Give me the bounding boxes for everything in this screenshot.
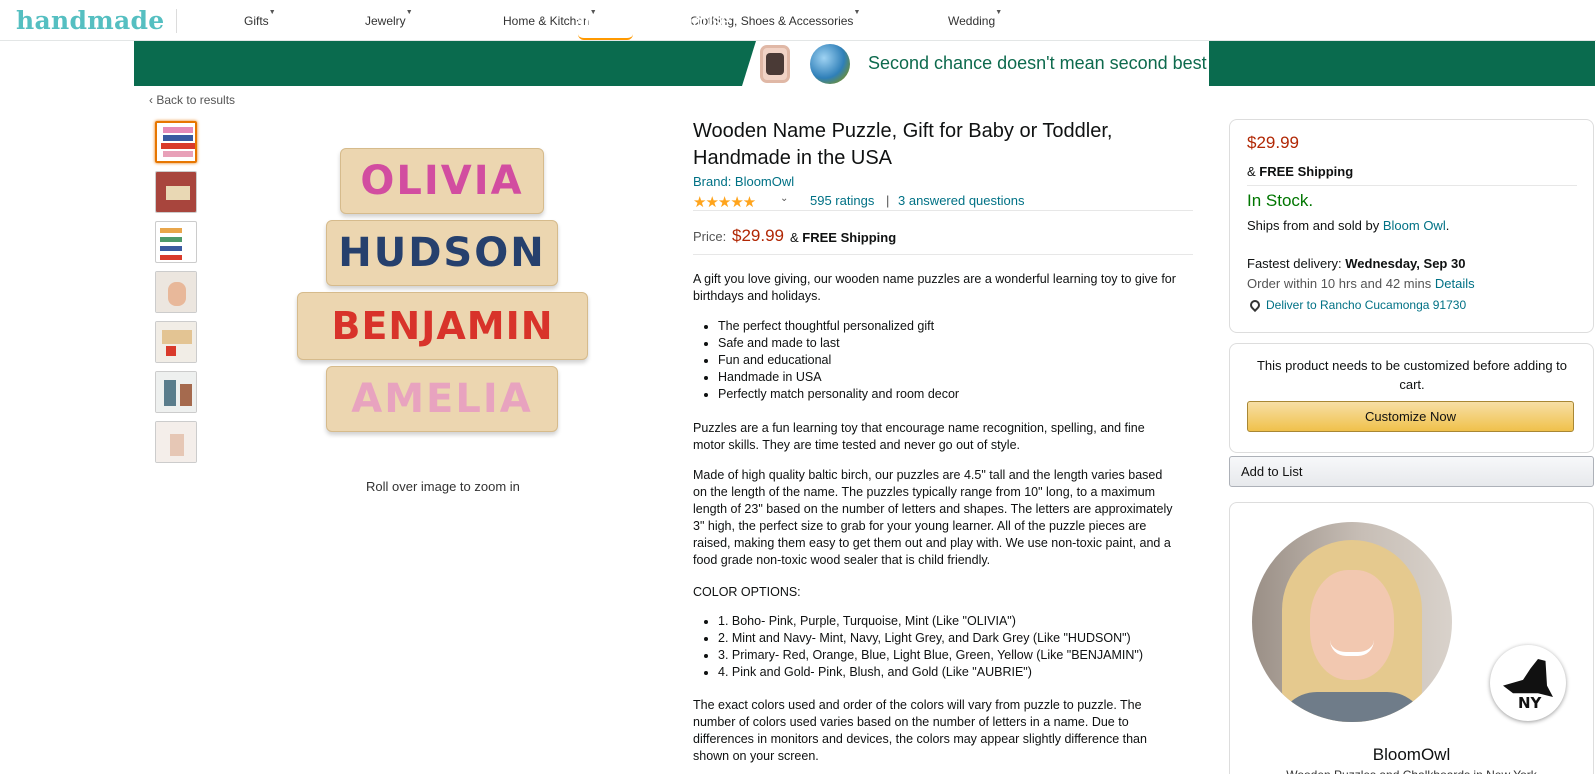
- list-item: The perfect thoughtful personalized gift: [718, 318, 1178, 335]
- add-to-list-button[interactable]: Add to List: [1229, 456, 1594, 487]
- stock-status: In Stock.: [1247, 191, 1314, 210]
- globe-image: [810, 44, 850, 84]
- thumbnail-2[interactable]: [155, 171, 197, 213]
- list-item: 4. Pink and Gold- Pink, Blush, and Gold …: [718, 664, 1198, 681]
- thumbnail-6[interactable]: [155, 371, 197, 413]
- divider: [693, 210, 1193, 211]
- state-label: NY: [1518, 694, 1542, 712]
- fastest-delivery: Fastest delivery: Wednesday, Sep 30: [1247, 256, 1466, 271]
- chevron-down-icon: ▼: [268, 9, 276, 16]
- seller-info: Ships from and sold by Bloom Owl.: [1247, 218, 1450, 233]
- back-link-label: Back to results: [156, 93, 236, 107]
- description-para-2: Puzzles are a fun learning toy that enco…: [693, 421, 1145, 452]
- puzzle-plank-hudson: HUDSON: [326, 220, 558, 286]
- thumbnail-5[interactable]: [155, 321, 197, 363]
- puzzle-name: BENJAMIN: [331, 304, 554, 348]
- color-options-heading: COLOR OPTIONS:: [693, 585, 801, 599]
- maker-name[interactable]: BloomOwl: [1229, 745, 1594, 765]
- customize-message: This product needs to be customized befo…: [1256, 358, 1568, 392]
- seller-link[interactable]: Bloom Owl: [1383, 218, 1446, 233]
- price-value: $29.99: [732, 226, 784, 245]
- puzzle-plank-amelia: AMELIA: [326, 366, 558, 432]
- list-item: Safe and made to last: [718, 335, 1178, 352]
- banner-tagline: Second chance doesn't mean second best: [868, 53, 1207, 73]
- answered-questions-link[interactable]: 3 answered questions: [898, 193, 1024, 208]
- chevron-down-icon: ▼: [995, 9, 1003, 16]
- chevron-down-icon[interactable]: ⌄: [780, 193, 788, 204]
- chevron-down-icon: ▼: [853, 9, 861, 16]
- divider: [1247, 185, 1577, 186]
- description-para-4: The exact colors used and order of the c…: [693, 698, 1147, 763]
- puzzle-name: AMELIA: [351, 376, 533, 422]
- puzzle-name: HUDSON: [338, 230, 546, 276]
- product-title: Wooden Name Puzzle, Gift for Baby or Tod…: [693, 120, 1113, 169]
- details-link[interactable]: Details: [1435, 276, 1475, 291]
- thumbnail-4[interactable]: [155, 271, 197, 313]
- divider: [693, 254, 1193, 255]
- maker-subtitle: Wooden Puzzles and Chalkboards in New Yo…: [1229, 768, 1594, 774]
- nav-item-wedding[interactable]: Wedding ▼: [948, 9, 1002, 28]
- list-item: Perfectly match personality and room dec…: [718, 386, 1178, 403]
- buybox-shipping: & FREE Shipping: [1247, 164, 1354, 179]
- nav-item-gifts[interactable]: Gifts ▼: [244, 9, 276, 28]
- list-item: 3. Primary- Red, Orange, Blue, Light Blu…: [718, 647, 1198, 664]
- list-item: 2. Mint and Navy- Mint, Navy, Light Grey…: [718, 630, 1198, 647]
- thumbnail-7[interactable]: [155, 421, 197, 463]
- price-label: Price:: [693, 229, 727, 244]
- color-options-list: 1. Boho- Pink, Purple, Turquoise, Mint (…: [718, 613, 1198, 681]
- thumbnail-1[interactable]: [155, 121, 197, 163]
- nav-divider: [176, 9, 177, 33]
- amazon-warehouse-logo: amazon warehouse: [575, 11, 731, 31]
- list-item: Fun and educational: [718, 352, 1178, 369]
- handmade-logo[interactable]: handmade: [16, 6, 164, 35]
- deliver-to-label: Deliver to Rancho Cucamonga 91730: [1266, 298, 1467, 312]
- deliver-to-link[interactable]: Deliver to Rancho Cucamonga 91730: [1247, 297, 1467, 313]
- top-nav: handmade Gifts ▼ Jewelry ▼ Home & Kitchen ▼…: [0, 0, 1596, 41]
- customize-now-button[interactable]: Customize Now: [1247, 401, 1574, 432]
- description-intro: A gift you love giving, our wooden name …: [693, 272, 1176, 303]
- nav-item-label: Jewelry: [365, 14, 406, 28]
- new-york-state-icon: [1503, 659, 1553, 697]
- ratings-link[interactable]: 595 ratings: [810, 193, 874, 208]
- back-to-results-link[interactable]: ‹ Back to results: [149, 93, 235, 107]
- location-pin-icon: [1247, 297, 1263, 313]
- list-item: 1. Boho- Pink, Purple, Turquoise, Mint (…: [718, 613, 1198, 630]
- nav-item-jewelry[interactable]: Jewelry ▼: [365, 9, 413, 28]
- order-within: Order within 10 hrs and 42 mins Details: [1247, 276, 1475, 291]
- puzzle-plank-benjamin: BENJAMIN: [297, 292, 588, 360]
- state-badge: NY: [1490, 645, 1566, 721]
- watch-image: [760, 45, 790, 83]
- main-product-image[interactable]: OLIVIA HUDSON BENJAMIN AMELIA: [297, 145, 591, 468]
- zoom-hint: Roll over image to zoom in: [366, 479, 520, 494]
- nav-item-label: Gifts: [244, 14, 269, 28]
- description-para-3: Made of high quality baltic birch, our p…: [693, 468, 1173, 567]
- brand-link[interactable]: Brand: BloomOwl: [693, 174, 794, 189]
- maker-avatar[interactable]: [1252, 522, 1452, 722]
- list-item: Handmade in USA: [718, 369, 1178, 386]
- amazon-smile-icon: [578, 34, 633, 40]
- chevron-down-icon: ▼: [405, 9, 413, 16]
- nav-item-label: Wedding: [948, 14, 996, 28]
- thumbnail-3[interactable]: [155, 221, 197, 263]
- puzzle-name: OLIVIA: [360, 158, 524, 204]
- buybox-price: $29.99: [1247, 133, 1299, 152]
- star-rating-icon[interactable]: ★★★★★: [693, 193, 756, 211]
- free-shipping-text: & FREE Shipping: [790, 230, 897, 245]
- puzzle-plank-olivia: OLIVIA: [340, 148, 544, 214]
- feature-bullets: The perfect thoughtful personalized gift…: [718, 318, 1178, 403]
- separator: |: [886, 193, 890, 208]
